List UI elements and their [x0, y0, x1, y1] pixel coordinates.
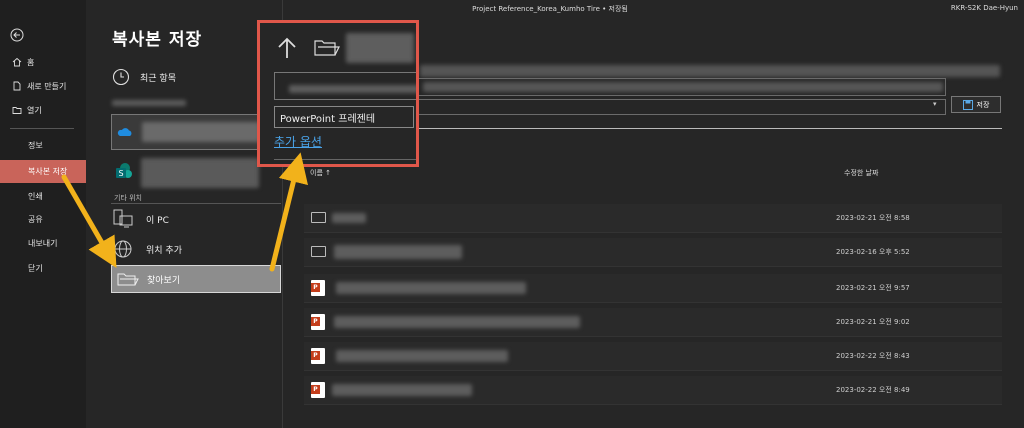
location-recent[interactable]: 최근 항목: [112, 68, 176, 86]
save-icon: [962, 99, 973, 110]
table-row[interactable]: P 2023-02-22 오전 8:43: [304, 342, 1002, 371]
chevron-down-icon[interactable]: ▾: [933, 100, 937, 108]
table-row[interactable]: P 2023-02-22 오전 8:49: [304, 376, 1002, 405]
sharepoint-icon: S: [116, 163, 132, 178]
redacted-path: [420, 65, 1000, 77]
column-name-header[interactable]: 이름 ↑: [310, 168, 331, 178]
save-label: 저장: [976, 100, 990, 109]
folder-open-icon: [314, 40, 340, 56]
globe-icon: [114, 240, 132, 258]
nav-print[interactable]: 인쇄: [0, 185, 86, 207]
nav-close[interactable]: 닫기: [0, 257, 86, 279]
powerpoint-file-icon: P: [311, 382, 325, 398]
nav-info[interactable]: 정보: [0, 134, 86, 156]
new-file-icon: [13, 81, 21, 91]
other-locations-label: 기타 위치: [114, 194, 142, 202]
callout-divider: [274, 159, 416, 160]
table-row[interactable]: 2023-02-16 오후 5:52: [304, 238, 1002, 267]
modified-date: 2023-02-21 오전 8:58: [836, 214, 910, 222]
computer-icon: [113, 209, 133, 228]
backstage-nav: 홈 새로 만들기 열기 정보 복사본 저장 인쇄 공유 내보내기 닫기: [0, 0, 86, 428]
redacted-name: [332, 213, 366, 223]
clock-icon: [112, 68, 130, 86]
location-this-pc[interactable]: 이 PC: [112, 208, 169, 230]
browse-button[interactable]: 찾아보기: [111, 265, 281, 293]
document-title: Project Reference_Korea_Kumho Tire • 저장됨: [472, 5, 628, 13]
powerpoint-file-icon: P: [311, 314, 325, 330]
powerpoint-file-icon: P: [311, 280, 325, 296]
table-row[interactable]: P 2023-02-21 오전 9:02: [304, 308, 1002, 337]
location-this-pc-label: 이 PC: [146, 215, 169, 226]
nav-share[interactable]: 공유: [0, 208, 86, 230]
location-sharepoint[interactable]: S: [111, 156, 281, 190]
redacted-name: [336, 282, 526, 294]
redacted-sharepoint-name: [141, 158, 259, 188]
section-divider: [111, 203, 281, 204]
table-row[interactable]: P 2023-02-21 오전 9:57: [304, 274, 1002, 303]
file-format-select-zoomed[interactable]: PowerPoint 프레젠테: [274, 106, 414, 128]
nav-new[interactable]: 새로 만들기: [0, 75, 86, 97]
nav-export[interactable]: 내보내기: [0, 232, 86, 254]
save-button[interactable]: 저장: [951, 96, 1001, 113]
page-title: 복사본 저장: [112, 30, 203, 50]
nav-new-label: 새로 만들기: [27, 81, 67, 91]
modified-date: 2023-02-21 오전 9:02: [836, 318, 910, 326]
nav-save-copy[interactable]: 복사본 저장: [0, 160, 86, 183]
redacted-filename: [423, 82, 943, 92]
table-row[interactable]: 2023-02-21 오전 8:58: [304, 204, 1002, 233]
up-arrow-icon[interactable]: [276, 36, 298, 60]
modified-date: 2023-02-22 오전 8:49: [836, 386, 910, 394]
open-folder-icon: [12, 107, 22, 114]
redacted-folder-name: [346, 33, 414, 63]
nav-home[interactable]: 홈: [0, 51, 86, 73]
svg-text:S: S: [118, 169, 123, 178]
more-options-link[interactable]: 추가 옵션: [274, 133, 322, 150]
powerpoint-file-icon: P: [311, 348, 325, 364]
filename-input-zoomed[interactable]: [274, 72, 416, 100]
redacted-name: [334, 245, 462, 259]
modified-date: 2023-02-21 오전 9:57: [836, 284, 910, 292]
user-name[interactable]: RKR-S2K Dae-Hyun: [951, 4, 1018, 12]
redacted-name: [332, 384, 472, 396]
folder-icon: [311, 246, 326, 257]
location-add-place-label: 위치 추가: [146, 245, 182, 256]
folder-icon: [311, 212, 326, 223]
location-add-place[interactable]: 위치 추가: [112, 238, 182, 260]
redacted-name: [336, 350, 508, 362]
onedrive-cloud-icon: [117, 128, 132, 136]
nav-home-label: 홈: [27, 57, 35, 67]
nav-open[interactable]: 열기: [0, 99, 86, 121]
column-date-header[interactable]: 수정한 날짜: [844, 168, 878, 178]
folder-open-icon: [117, 273, 139, 286]
back-arrow-icon[interactable]: [10, 28, 24, 42]
location-recent-label: 최근 항목: [140, 73, 176, 84]
redacted-filename: [289, 85, 416, 93]
browse-label: 찾아보기: [147, 275, 181, 286]
redacted-account: [112, 100, 186, 106]
redacted-onedrive-name: [142, 122, 260, 142]
modified-date: 2023-02-16 오후 5:52: [836, 248, 910, 256]
zoom-callout: PowerPoint 프레젠테 추가 옵션: [257, 20, 419, 167]
modified-date: 2023-02-22 오전 8:43: [836, 352, 910, 360]
home-icon: [12, 57, 22, 67]
nav-open-label: 열기: [27, 105, 42, 115]
redacted-name: [334, 316, 580, 328]
nav-divider: [10, 128, 74, 129]
location-onedrive[interactable]: [111, 114, 281, 150]
